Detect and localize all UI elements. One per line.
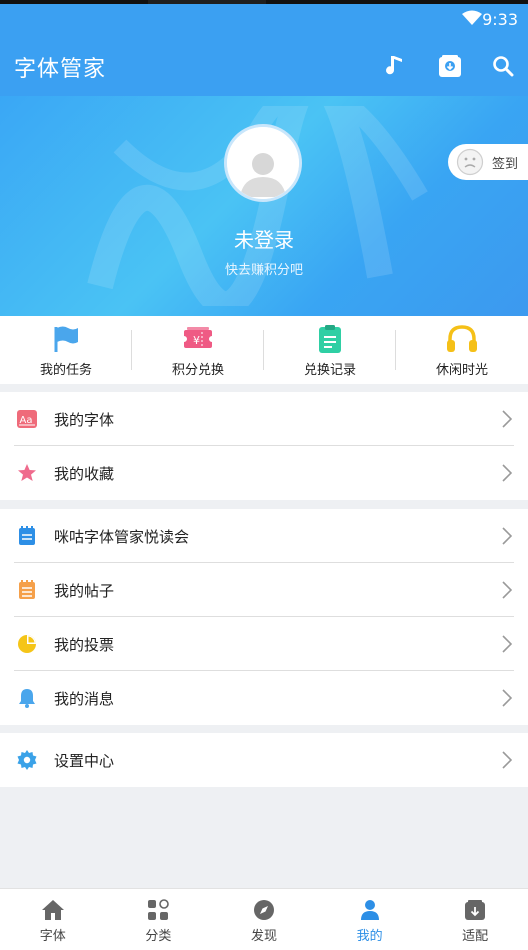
quick-item-exchange-records[interactable]: 兑换记录 — [264, 316, 396, 384]
profile-header: 未登录 快去赚积分吧 签到 — [0, 96, 528, 316]
chevron-right-icon — [502, 581, 512, 599]
download-box-icon — [465, 900, 486, 920]
menu-item-my-posts[interactable]: 我的帖子 — [0, 563, 528, 617]
menu-label: 咪咕字体管家悦读会 — [54, 527, 190, 546]
tab-label: 分类 — [145, 929, 172, 944]
menu-item-reading-club[interactable]: 咪咕字体管家悦读会 — [0, 509, 528, 563]
avatar[interactable] — [224, 124, 302, 202]
bell-icon — [16, 687, 38, 709]
status-bar: 9:33 — [0, 0, 528, 36]
login-status[interactable]: 未登录 — [0, 224, 528, 253]
app-title: 字体管家 — [14, 57, 107, 82]
quick-label: 积分兑换 — [171, 363, 224, 378]
menu-label: 设置中心 — [54, 751, 115, 770]
quick-label: 休闲时光 — [435, 363, 488, 378]
notch — [148, 0, 266, 4]
wifi-icon — [462, 10, 482, 25]
tab-label: 我的 — [356, 929, 383, 944]
menu-label: 我的字体 — [54, 410, 115, 429]
earn-points-hint: 快去赚积分吧 — [224, 263, 303, 278]
clipboard-icon — [319, 325, 341, 353]
menu-item-my-fonts[interactable]: Aa 我的字体 — [0, 392, 528, 446]
menu-label: 我的消息 — [54, 689, 115, 708]
quick-item-tasks[interactable]: 我的任务 — [0, 316, 132, 384]
chevron-right-icon — [502, 464, 512, 482]
tab-mine[interactable]: 我的 — [317, 889, 423, 950]
chevron-right-icon — [502, 527, 512, 545]
ticket-icon: ¥ — [182, 327, 214, 348]
star-icon — [16, 462, 38, 484]
menu-label: 我的帖子 — [54, 581, 115, 600]
menu-label: 我的收藏 — [54, 464, 115, 483]
gear-icon — [16, 749, 38, 771]
notebook-icon — [16, 525, 38, 547]
signin-button[interactable]: 签到 — [448, 144, 528, 180]
quick-label: 我的任务 — [39, 363, 92, 378]
status-time: 9:33 — [482, 10, 518, 29]
post-icon — [16, 579, 38, 601]
menu-item-my-votes[interactable]: 我的投票 — [0, 617, 528, 671]
menu-item-settings[interactable]: 设置中心 — [0, 733, 528, 787]
tab-label: 发现 — [250, 929, 277, 944]
pie-icon — [16, 633, 38, 655]
default-avatar-icon — [227, 127, 299, 199]
menu-item-my-favorites[interactable]: 我的收藏 — [0, 446, 528, 500]
tab-fonts[interactable]: 字体 — [0, 889, 106, 950]
flag-icon — [54, 326, 78, 352]
person-icon — [360, 900, 379, 920]
menu-group-mine: Aa 我的字体 我的收藏 — [0, 392, 528, 500]
chevron-right-icon — [502, 635, 512, 653]
menu-item-my-messages[interactable]: 我的消息 — [0, 671, 528, 725]
tab-discover[interactable]: 发现 — [211, 889, 317, 950]
category-icon — [148, 899, 170, 920]
headphones-icon — [447, 325, 477, 352]
app-bar: 字体管家 — [0, 36, 528, 96]
tab-adapt[interactable]: 适配 — [422, 889, 528, 950]
music-icon[interactable] — [380, 50, 412, 82]
font-download-icon[interactable] — [434, 50, 466, 82]
menu-label: 我的投票 — [54, 635, 115, 654]
chevron-right-icon — [502, 751, 512, 769]
bottom-tab-bar: 字体 分类 发现 我的 适配 — [0, 888, 528, 950]
search-icon[interactable] — [487, 50, 519, 82]
quick-item-leisure[interactable]: 休闲时光 — [396, 316, 528, 384]
font-icon: Aa — [16, 408, 38, 430]
tab-categories[interactable]: 分类 — [106, 889, 212, 950]
menu-group-community: 咪咕字体管家悦读会 我的帖子 我的投票 我的消息 — [0, 509, 528, 725]
chevron-right-icon — [502, 689, 512, 707]
signin-label: 签到 — [492, 156, 519, 172]
menu-group-settings: 设置中心 — [0, 733, 528, 787]
quick-label: 兑换记录 — [303, 363, 356, 378]
svg-text:¥: ¥ — [193, 334, 200, 347]
tab-label: 字体 — [39, 929, 66, 944]
chevron-right-icon — [502, 410, 512, 428]
tab-label: 适配 — [462, 929, 489, 944]
home-icon — [41, 900, 64, 920]
svg-text:Aa: Aa — [20, 415, 33, 426]
quick-actions: 我的任务 ¥ 积分兑换 兑换记录 休闲时光 — [0, 316, 528, 384]
sad-face-icon — [456, 148, 484, 176]
quick-item-points-exchange[interactable]: ¥ 积分兑换 — [132, 316, 264, 384]
compass-icon — [253, 900, 274, 920]
